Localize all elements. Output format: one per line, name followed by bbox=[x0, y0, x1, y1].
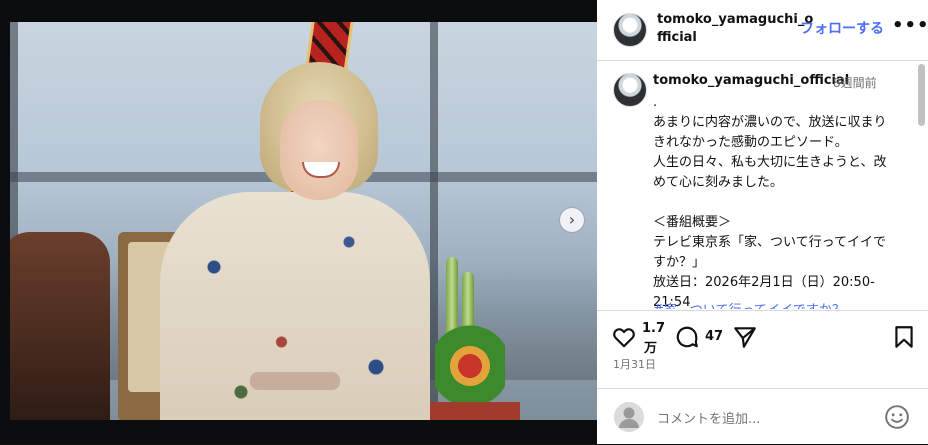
photo-person-face bbox=[280, 100, 358, 200]
caption-hashtags[interactable]: #家、ついて行ってイイですか？ bbox=[653, 299, 845, 309]
next-arrow-icon[interactable]: › bbox=[560, 208, 584, 232]
avatar-icon bbox=[614, 402, 644, 432]
caption-text: . あまりに内容が濃いので、放送に収まりきれなかった感動のエピソード。 人生の日… bbox=[653, 95, 887, 309]
share-icon[interactable] bbox=[732, 324, 758, 350]
post-side-panel: tomoko_yamaguchi_o fficial フォローする ••• to… bbox=[597, 0, 928, 444]
header-username-line1[interactable]: tomoko_yamaguchi_o bbox=[657, 12, 813, 27]
post-photo bbox=[10, 22, 597, 420]
avatar-icon[interactable] bbox=[613, 73, 647, 107]
post-media: › bbox=[0, 0, 597, 444]
caption-username[interactable]: tomoko_yamaguchi_official bbox=[653, 73, 849, 88]
post-date: 1月31日 bbox=[613, 358, 656, 371]
photo-table bbox=[420, 402, 520, 420]
emoji-icon[interactable] bbox=[884, 404, 910, 430]
photo-left-figure bbox=[10, 232, 110, 420]
likes-count-line2: 万 bbox=[644, 341, 658, 356]
caption-scrollbar[interactable] bbox=[918, 64, 925, 126]
caption-area: tomoko_yamaguchi_official 8週間前 . あまりに内容が… bbox=[597, 61, 928, 309]
comments-count: 47 bbox=[705, 329, 724, 344]
comment-bar: コメントを追加... bbox=[597, 388, 928, 445]
heart-icon[interactable] bbox=[611, 324, 637, 350]
likes-count-line1: 1.7 bbox=[642, 321, 666, 336]
action-bar: 1.7 万 47 bbox=[597, 310, 928, 356]
photo-person-sash bbox=[250, 372, 340, 390]
photo-new-year-decoration bbox=[435, 312, 505, 402]
bookmark-icon[interactable] bbox=[891, 324, 917, 350]
comment-icon[interactable] bbox=[674, 324, 700, 350]
more-icon[interactable]: ••• bbox=[892, 15, 928, 36]
comment-input[interactable]: コメントを追加... bbox=[657, 408, 760, 427]
post-header: tomoko_yamaguchi_o fficial フォローする ••• bbox=[597, 0, 928, 61]
header-username-line2[interactable]: fficial bbox=[657, 30, 697, 45]
caption-time: 8週間前 bbox=[833, 76, 877, 90]
avatar-icon[interactable] bbox=[613, 13, 647, 47]
follow-button[interactable]: フォローする bbox=[800, 18, 884, 38]
